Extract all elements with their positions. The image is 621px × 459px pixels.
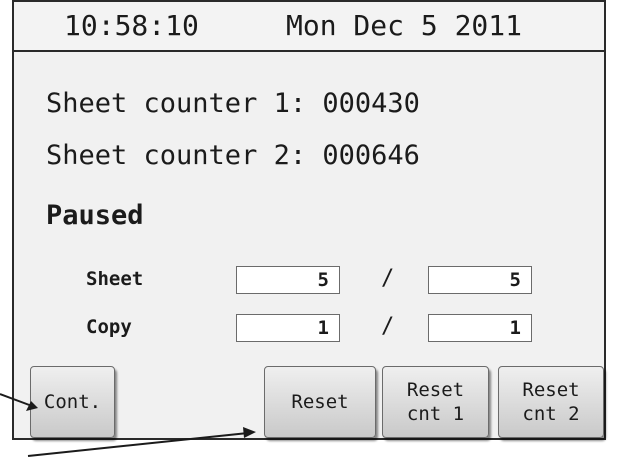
arrow-to-reset-line xyxy=(27,432,249,457)
arrow-to-cont-head xyxy=(26,401,38,411)
arrow-to-cont-line xyxy=(0,393,33,407)
annotation-arrows xyxy=(0,393,256,457)
arrow-to-reset-head xyxy=(243,427,256,438)
